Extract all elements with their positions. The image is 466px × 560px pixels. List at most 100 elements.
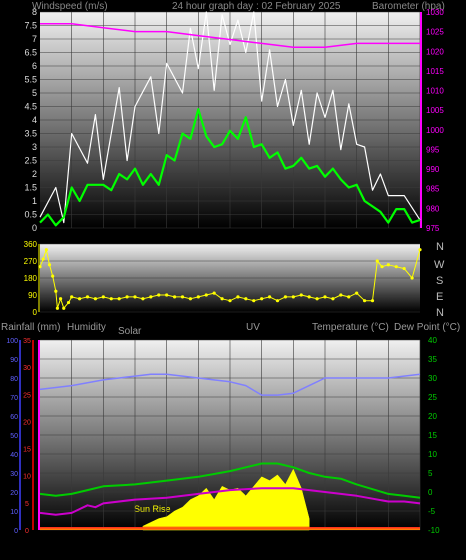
weather-x-tick-label: 00 xyxy=(415,537,425,547)
wind-y-tick-label: 2.5 xyxy=(24,156,37,166)
graph-title: 24 hour graph day : 02 February 2025 xyxy=(172,1,341,12)
wind-y-tick-label: 3.5 xyxy=(24,129,37,139)
wind-x-tick-label: 04 xyxy=(98,230,108,240)
weather-x-tick-label: 08 xyxy=(162,537,172,547)
humidity-tick-label: 70 xyxy=(10,395,18,402)
wind-x-tick-label: 14 xyxy=(257,230,267,240)
humidity-tick-label: 40 xyxy=(10,452,18,459)
rain-tick-label: 5 xyxy=(25,501,29,508)
temperature-tick-label: 15 xyxy=(428,431,437,440)
weather-x-tick-label: 04 xyxy=(98,537,108,547)
direction-y-tick-label: 270 xyxy=(24,257,38,266)
wind-y-tick-label: 6 xyxy=(32,61,37,71)
wind-y-tick-label: 2 xyxy=(32,169,37,179)
barometer-tick-label: 985 xyxy=(426,185,440,194)
barometer-tick-label: 980 xyxy=(426,204,440,213)
barometer-tick-label: 1010 xyxy=(426,87,444,96)
wind-x-tick-label: 10 xyxy=(193,230,203,240)
direction-y-tick-label: 360 xyxy=(24,240,38,249)
humidity-tick-label: 90 xyxy=(10,357,18,364)
temperature-tick-label: 10 xyxy=(428,450,437,459)
direction-y-tick-label: 0 xyxy=(33,308,38,317)
temperature-tick-label: 30 xyxy=(428,374,437,383)
weather-x-tick-label: 10 xyxy=(193,537,203,547)
wind-y-tick-label: 3 xyxy=(32,142,37,152)
weather-x-tick-label: 20 xyxy=(352,537,362,547)
wind-x-tick-label: 16 xyxy=(288,230,298,240)
temperature-tick-label: -10 xyxy=(428,526,440,535)
wind-x-tick-label: 00 xyxy=(415,230,425,240)
weather-x-tick-label: 16 xyxy=(288,537,298,547)
windspeed-axis-title: Windspeed (m/s) xyxy=(32,1,108,12)
temperature-tick-label: 25 xyxy=(428,393,437,402)
humidity-tick-label: 100 xyxy=(6,338,18,345)
wind-y-tick-label: 7 xyxy=(32,34,37,44)
wind-y-tick-label: 4.5 xyxy=(24,102,37,112)
compass-label-n-top: N xyxy=(436,241,444,253)
weather-x-tick-label: 02 xyxy=(67,537,77,547)
sunrise-annotation: Sun Rise xyxy=(134,504,171,514)
temperature-tick-label: 40 xyxy=(428,336,437,345)
rain-tick-label: 30 xyxy=(23,365,31,372)
wind-x-tick-label: 02 xyxy=(67,230,77,240)
weather-graphs: Windspeed (m/s) 24 hour graph day : 02 F… xyxy=(1,1,460,547)
wind-x-tick-label: 20 xyxy=(352,230,362,240)
wind-x-tick-label: 18 xyxy=(320,230,330,240)
wind-y-tick-label: 1 xyxy=(32,196,37,206)
direction-y-tick-label: 90 xyxy=(28,291,37,300)
rain-tick-label: 20 xyxy=(23,419,31,426)
humidity-tick-label: 20 xyxy=(10,490,18,497)
wind-x-tick-label: 12 xyxy=(225,230,235,240)
wind-x-tick-label: 08 xyxy=(162,230,172,240)
rain-tick-label: 25 xyxy=(23,392,31,399)
compass-label-w: W xyxy=(434,259,445,271)
temperature-tick-label: 5 xyxy=(428,469,433,478)
temperature-tick-label: 35 xyxy=(428,355,437,364)
barometer-tick-label: 995 xyxy=(426,145,440,154)
solar-axis-title: Solar xyxy=(118,326,142,337)
compass-label-s: S xyxy=(436,275,443,287)
humidity-axis-title: Humidity xyxy=(67,322,106,333)
barometer-tick-label: 990 xyxy=(426,165,440,174)
rainfall-axis-title: Rainfall (mm) xyxy=(1,322,60,333)
dewpoint-axis-title: Dew Point (°C) xyxy=(394,322,460,333)
barometer-tick-label: 1000 xyxy=(426,126,444,135)
temperature-tick-label: 0 xyxy=(428,488,433,497)
weather-x-tick-label: 22 xyxy=(383,537,393,547)
wind-y-tick-label: 5 xyxy=(32,88,37,98)
rain-tick-label: 0 xyxy=(25,528,29,535)
temperature-tick-label: 20 xyxy=(428,412,437,421)
wind-y-tick-label: 5.5 xyxy=(24,75,37,85)
humidity-tick-label: 30 xyxy=(10,471,18,478)
wind-y-tick-label: 0.5 xyxy=(24,210,37,220)
wind-y-tick-label: 4 xyxy=(32,115,37,125)
weather-x-tick-label: 12 xyxy=(225,537,235,547)
barometer-tick-label: 1005 xyxy=(426,106,444,115)
barometer-tick-label: 1015 xyxy=(426,67,444,76)
humidity-tick-label: 0 xyxy=(14,528,18,535)
barometer-tick-label: 975 xyxy=(426,224,440,233)
wind-x-tick-label: 06 xyxy=(130,230,140,240)
wind-y-tick-label: 6.5 xyxy=(24,48,37,58)
rain-tick-label: 10 xyxy=(23,474,31,481)
uv-axis-title: UV xyxy=(246,322,260,333)
compass-label-e: E xyxy=(436,291,443,303)
wind-y-tick-label: 8 xyxy=(32,7,37,17)
barometer-tick-label: 1020 xyxy=(426,47,444,56)
wind-y-tick-label: 0 xyxy=(32,223,37,233)
rain-tick-label: 15 xyxy=(23,447,31,454)
weather-x-tick-label: 14 xyxy=(257,537,267,547)
temperature-axis-title: Temperature (°C) xyxy=(312,322,389,333)
barometer-tick-label: 1030 xyxy=(426,8,444,17)
humidity-tick-label: 60 xyxy=(10,414,18,421)
weather-graph-page: Windspeed (m/s) 24 hour graph day : 02 F… xyxy=(0,0,466,555)
wind-x-tick-label: 22 xyxy=(383,230,393,240)
humidity-tick-label: 10 xyxy=(10,509,18,516)
temperature-tick-label: -5 xyxy=(428,507,436,516)
weather-x-tick-label: 18 xyxy=(320,537,330,547)
compass-label-n-bottom: N xyxy=(436,307,444,319)
barometer-tick-label: 1025 xyxy=(426,28,444,37)
rain-tick-label: 35 xyxy=(23,338,31,345)
wind-y-tick-label: 1.5 xyxy=(24,183,37,193)
humidity-tick-label: 80 xyxy=(10,376,18,383)
